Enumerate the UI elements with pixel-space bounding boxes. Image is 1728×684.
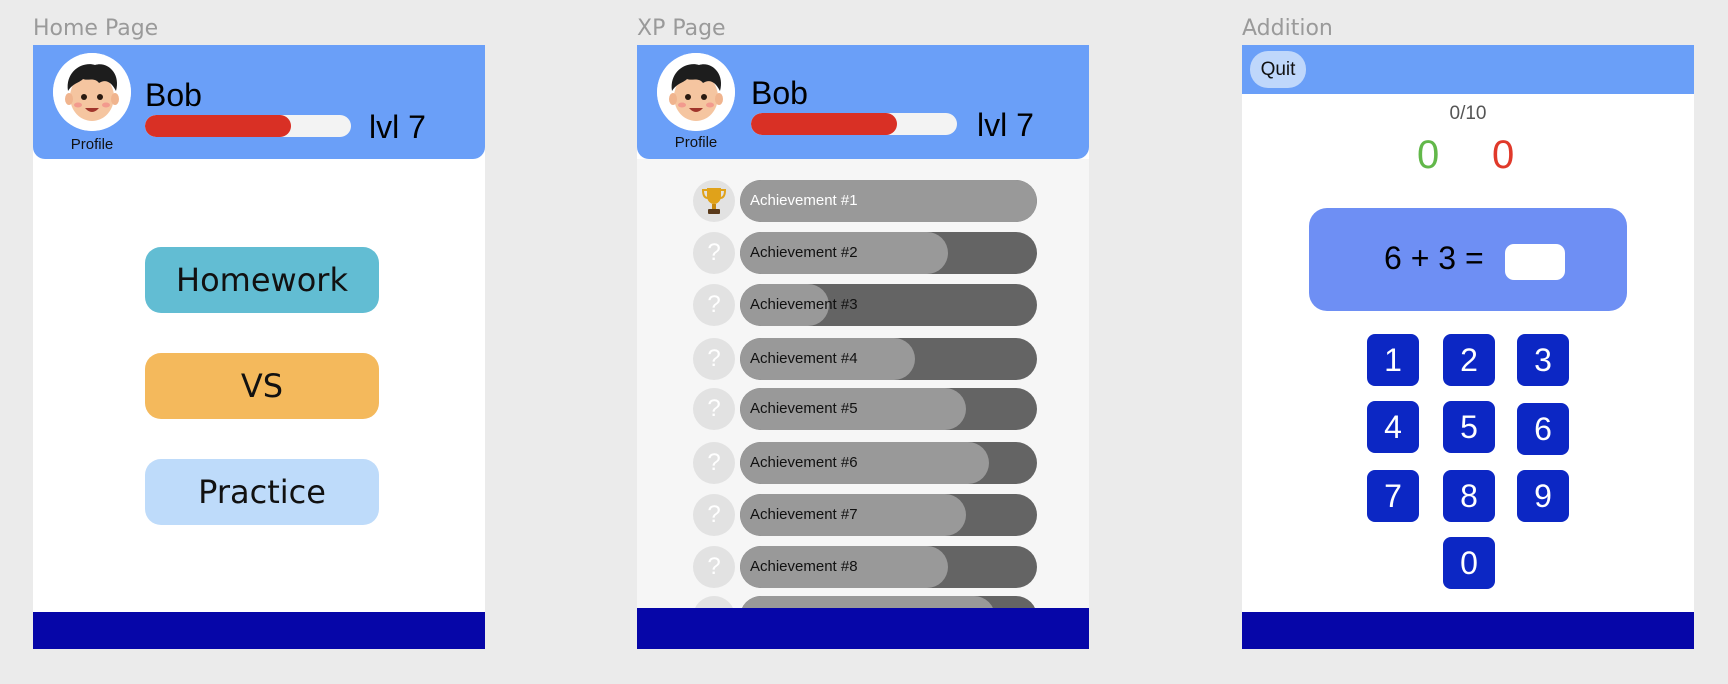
achievement-progress-bar: Achievement #3 (740, 284, 1037, 326)
xp-progress-fill (145, 115, 292, 137)
question-card: 6 + 3 = (1309, 208, 1627, 311)
profile-header: Profile Bob lvl 7 (33, 45, 485, 159)
achievement-progress-bar: Achievement #4 (740, 338, 1037, 380)
achievement-label: Achievement #2 (750, 244, 858, 261)
bottom-nav-bar (637, 608, 1089, 649)
achievement-progress-bar: Achievement #5 (740, 388, 1037, 430)
achievements-list[interactable]: Achievement #1 ? Achievement #2 ? Achiev… (637, 159, 1089, 649)
achievement-progress-bar: Achievement #2 (740, 232, 1037, 274)
achievement-progress-bar: Achievement #6 (740, 442, 1037, 484)
question-progress: 0/10 (1449, 103, 1487, 124)
profile-avatar[interactable] (53, 53, 131, 131)
top-bar: Quit (1242, 45, 1694, 94)
question-mark-icon: ? (693, 442, 735, 484)
addition-frame-title: Addition (1242, 16, 1333, 41)
achievement-row[interactable]: ? Achievement #4 (693, 338, 1037, 380)
xp-page-frame: Achievement #1 ? Achievement #2 ? Achiev… (637, 45, 1089, 649)
question-mark-icon: ? (693, 232, 735, 274)
achievement-row[interactable]: ? Achievement #8 (693, 546, 1037, 588)
achievement-label: Achievement #1 (750, 192, 858, 209)
xp-progress-bar (751, 113, 957, 135)
wrong-count: 0 (1492, 133, 1515, 177)
practice-button[interactable]: Practice (145, 459, 379, 525)
question-mark-icon: ? (693, 338, 735, 380)
profile-label: Profile (70, 136, 114, 153)
question-text: 6 + 3 = (1384, 240, 1484, 276)
achievement-row[interactable]: ? Achievement #3 (693, 284, 1037, 326)
achievement-progress-bar: Achievement #8 (740, 546, 1037, 588)
username: Bob (751, 75, 808, 111)
answer-input[interactable] (1505, 244, 1565, 280)
achievement-label: Achievement #4 (750, 350, 858, 367)
xp-progress-bar (145, 115, 351, 137)
question-mark-icon: ? (693, 546, 735, 588)
vs-button[interactable]: VS (145, 353, 379, 419)
key-0-button[interactable]: 0 (1443, 537, 1495, 589)
key-7-button[interactable]: 7 (1367, 470, 1419, 522)
key-8-button[interactable]: 8 (1443, 470, 1495, 522)
profile-label: Profile (674, 134, 718, 151)
key-6-button[interactable]: 6 (1517, 403, 1569, 455)
bottom-nav-bar (33, 612, 485, 649)
correct-count: 0 (1417, 133, 1440, 177)
achievement-label: Achievement #6 (750, 454, 858, 471)
key-5-button[interactable]: 5 (1443, 401, 1495, 453)
boy-avatar-icon (657, 53, 735, 131)
key-3-button[interactable]: 3 (1517, 334, 1569, 386)
home-page-frame: Profile Bob lvl 7 Homework VS Practice (33, 45, 485, 649)
achievement-row[interactable]: ? Achievement #2 (693, 232, 1037, 274)
boy-avatar-icon (53, 53, 131, 131)
achievement-row[interactable]: ? Achievement #7 (693, 494, 1037, 536)
home-frame-title: Home Page (33, 16, 159, 41)
xp-progress-fill (751, 113, 898, 135)
achievement-label: Achievement #8 (750, 558, 858, 575)
key-1-button[interactable]: 1 (1367, 334, 1419, 386)
trophy-icon (693, 180, 735, 222)
achievement-label: Achievement #7 (750, 506, 858, 523)
achievement-row[interactable]: Achievement #1 (693, 180, 1037, 222)
level-indicator: lvl 7 (369, 109, 426, 145)
question-mark-icon: ? (693, 284, 735, 326)
achievement-label: Achievement #5 (750, 400, 858, 417)
question-mark-icon: ? (693, 494, 735, 536)
level-indicator: lvl 7 (977, 107, 1034, 143)
username: Bob (145, 77, 202, 113)
achievement-row[interactable]: ? Achievement #5 (693, 388, 1037, 430)
achievement-progress-bar: Achievement #1 (740, 180, 1037, 222)
quit-button[interactable]: Quit (1250, 51, 1306, 88)
homework-button[interactable]: Homework (145, 247, 379, 313)
achievement-label: Achievement #3 (750, 296, 858, 313)
key-9-button[interactable]: 9 (1517, 470, 1569, 522)
achievement-progress-bar: Achievement #7 (740, 494, 1037, 536)
key-2-button[interactable]: 2 (1443, 334, 1495, 386)
question-mark-icon: ? (693, 388, 735, 430)
xp-frame-title: XP Page (637, 16, 726, 41)
achievement-row[interactable]: ? Achievement #6 (693, 442, 1037, 484)
addition-page-frame: Quit 0/10 0 0 6 + 3 = 1 2 3 4 5 6 7 8 9 … (1242, 45, 1694, 649)
bottom-nav-bar (1242, 612, 1694, 649)
profile-avatar[interactable] (657, 53, 735, 131)
key-4-button[interactable]: 4 (1367, 401, 1419, 453)
profile-header: Profile Bob lvl 7 (637, 45, 1089, 159)
